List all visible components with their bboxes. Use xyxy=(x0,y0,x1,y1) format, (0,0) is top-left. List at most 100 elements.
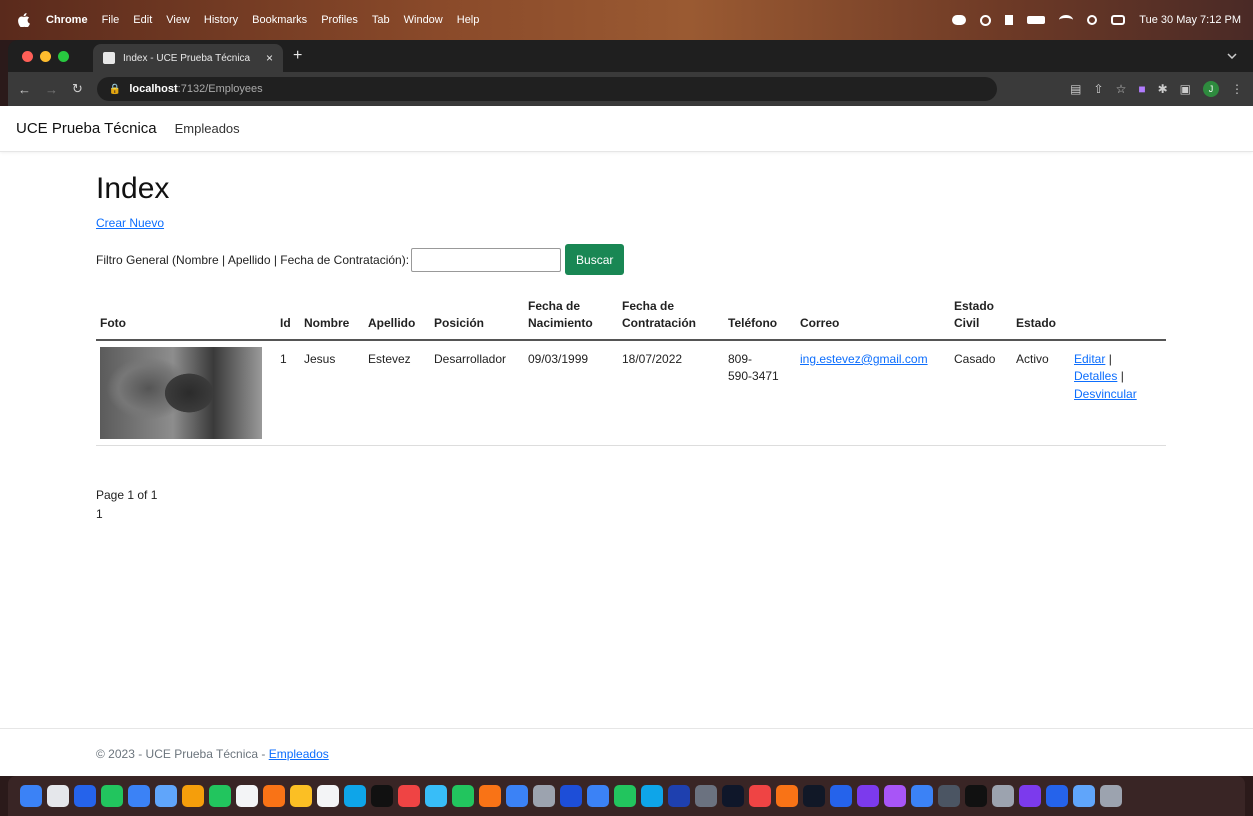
spotlight-search-icon[interactable] xyxy=(1087,15,1098,25)
dock-app-icon[interactable] xyxy=(776,785,798,807)
dock-app-icon[interactable] xyxy=(344,785,366,807)
dock-app-icon[interactable] xyxy=(614,785,636,807)
cast-icon[interactable] xyxy=(980,14,992,26)
menu-help[interactable]: Help xyxy=(457,14,480,26)
search-button[interactable]: Buscar xyxy=(565,244,625,275)
reload-icon[interactable]: ↻ xyxy=(72,81,83,97)
footer-empleados-link[interactable]: Empleados xyxy=(269,747,329,761)
menu-tab[interactable]: Tab xyxy=(372,14,390,26)
dock-app-icon[interactable] xyxy=(182,785,204,807)
dock-app-icon[interactable] xyxy=(506,785,528,807)
back-arrow-icon[interactable]: ← xyxy=(18,82,31,97)
bookmark-star-icon[interactable]: ☆ xyxy=(1116,82,1127,96)
browser-menu-kebab-icon[interactable]: ⋮ xyxy=(1231,82,1243,96)
dock-app-icon[interactable] xyxy=(938,785,960,807)
email-link[interactable]: ing.estevez@gmail.com xyxy=(800,352,928,366)
minimize-window-button[interactable] xyxy=(40,50,51,62)
dock-app-icon[interactable] xyxy=(452,785,474,807)
dock-app-icon[interactable] xyxy=(47,785,69,807)
dock-app-icon[interactable] xyxy=(830,785,852,807)
menu-history[interactable]: History xyxy=(204,14,238,26)
menu-file[interactable]: File xyxy=(102,14,120,26)
tab-close-icon[interactable]: × xyxy=(266,51,273,65)
dock-app-icon[interactable] xyxy=(317,785,339,807)
dock-app-icon[interactable] xyxy=(641,785,663,807)
dock-app-icon[interactable] xyxy=(1073,785,1095,807)
table-header-row: Foto Id Nombre Apellido Posición Fecha d… xyxy=(96,298,1166,341)
dock-app-icon[interactable] xyxy=(965,785,987,807)
menubar-clock[interactable]: Tue 30 May 7:12 PM xyxy=(1139,14,1241,26)
dock-app-icon[interactable] xyxy=(1046,785,1068,807)
url-host: localhost xyxy=(129,83,178,95)
dock-app-icon[interactable] xyxy=(695,785,717,807)
browser-toolbar-actions: ▤ ⇧ ☆ ■ ✱ ▣ J ⋮ xyxy=(1070,81,1243,97)
menu-window[interactable]: Window xyxy=(404,14,443,26)
site-brand[interactable]: UCE Prueba Técnica xyxy=(16,120,157,137)
menu-edit[interactable]: Edit xyxy=(133,14,152,26)
share-icon[interactable]: ⇧ xyxy=(1094,82,1104,96)
translate-icon[interactable]: ▤ xyxy=(1070,82,1081,96)
nav-link-empleados[interactable]: Empleados xyxy=(175,121,240,136)
dock-app-icon[interactable] xyxy=(479,785,501,807)
profile-avatar[interactable]: J xyxy=(1203,81,1219,97)
dock-app-icon[interactable] xyxy=(533,785,555,807)
edit-link[interactable]: Editar xyxy=(1074,352,1105,366)
dock-app-icon[interactable] xyxy=(371,785,393,807)
apple-icon[interactable] xyxy=(18,13,30,28)
creative-cloud-icon[interactable] xyxy=(952,15,967,25)
dock-app-icon[interactable] xyxy=(911,785,933,807)
dock-app-icon[interactable] xyxy=(1100,785,1122,807)
dock-app-icon[interactable] xyxy=(857,785,879,807)
filter-input[interactable] xyxy=(411,247,562,272)
details-link[interactable]: Detalles xyxy=(1074,369,1117,383)
wifi-icon[interactable] xyxy=(1059,15,1074,25)
unlink-employee-link[interactable]: Desvincular xyxy=(1074,387,1137,401)
dock-app-icon[interactable] xyxy=(884,785,906,807)
tab-search-chevron-down-icon[interactable] xyxy=(1227,51,1237,62)
dock-app-icon[interactable] xyxy=(20,785,42,807)
dock-app-icon[interactable] xyxy=(236,785,258,807)
battery-icon[interactable] xyxy=(1027,16,1046,24)
cell-fecha-contratacion: 18/07/2022 xyxy=(618,339,724,446)
new-tab-button[interactable]: + xyxy=(293,47,302,65)
side-panel-icon[interactable]: ▣ xyxy=(1180,82,1191,96)
dock-app-icon[interactable] xyxy=(425,785,447,807)
close-window-button[interactable] xyxy=(22,50,33,62)
dock-app-icon[interactable] xyxy=(749,785,771,807)
pagination-page-1[interactable]: 1 xyxy=(96,505,1166,524)
dock-app-icon[interactable] xyxy=(209,785,231,807)
macos-dock xyxy=(8,776,1245,816)
dock-app-icon[interactable] xyxy=(155,785,177,807)
dock-app-icon[interactable] xyxy=(1019,785,1041,807)
header-estado-civil: Estado Civil xyxy=(950,298,1012,341)
dock-app-icon[interactable] xyxy=(668,785,690,807)
cell-actions: Editar | Detalles | Desvincular xyxy=(1070,339,1166,446)
dock-app-icon[interactable] xyxy=(587,785,609,807)
browser-tab-active[interactable]: Index - UCE Prueba Técnica × xyxy=(93,44,283,72)
dock-app-icon[interactable] xyxy=(101,785,123,807)
dock-app-icon[interactable] xyxy=(398,785,420,807)
forward-arrow-icon[interactable]: → xyxy=(45,82,58,97)
extensions-puzzle-icon[interactable]: ✱ xyxy=(1158,82,1168,96)
dock-app-icon[interactable] xyxy=(722,785,744,807)
dock-app-icon[interactable] xyxy=(560,785,582,807)
maximize-window-button[interactable] xyxy=(58,50,69,62)
volume-icon[interactable] xyxy=(1005,15,1014,25)
address-bar[interactable]: 🔒 localhost :7132/Employees xyxy=(96,77,997,101)
extension-shield-icon[interactable]: ■ xyxy=(1138,82,1145,96)
menu-view[interactable]: View xyxy=(166,14,190,26)
dock-app-icon[interactable] xyxy=(263,785,285,807)
menu-profiles[interactable]: Profiles xyxy=(321,14,358,26)
cell-estado: Activo xyxy=(1012,339,1070,446)
create-new-link[interactable]: Crear Nuevo xyxy=(96,216,164,230)
menu-bookmarks[interactable]: Bookmarks xyxy=(252,14,307,26)
dock-app-icon[interactable] xyxy=(992,785,1014,807)
dock-app-icon[interactable] xyxy=(74,785,96,807)
lock-icon[interactable]: 🔒 xyxy=(109,84,121,95)
dock-app-icon[interactable] xyxy=(128,785,150,807)
menu-chrome[interactable]: Chrome xyxy=(46,14,88,26)
dock-app-icon[interactable] xyxy=(290,785,312,807)
control-center-icon[interactable] xyxy=(1111,15,1126,25)
dock-app-icon[interactable] xyxy=(803,785,825,807)
cell-posicion: Desarrollador xyxy=(430,339,524,446)
